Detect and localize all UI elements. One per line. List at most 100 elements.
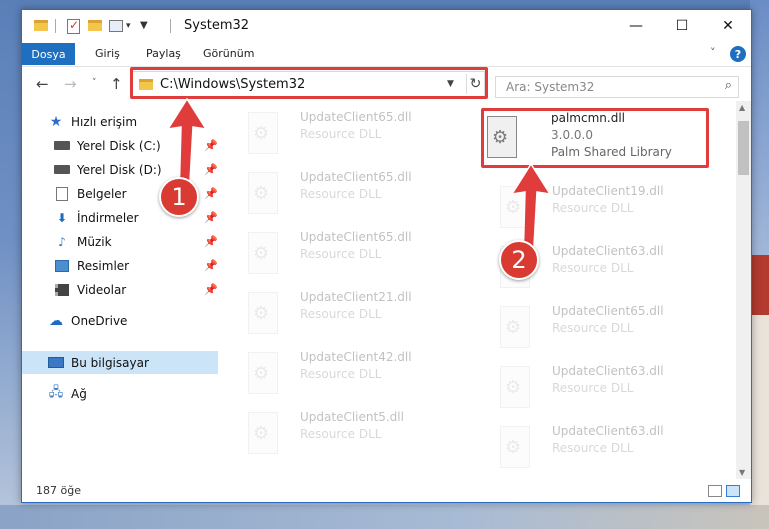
scroll-up-icon[interactable]: ▲ [739,103,745,112]
file-name: UpdateClient65.dll [300,110,412,124]
new-folder-icon[interactable] [88,20,102,31]
videos-icon [54,283,70,297]
file-item[interactable]: UpdateClient65.dll Resource DLL [230,167,455,223]
divider [55,19,56,33]
status-bar: 187 öğe [22,480,751,502]
quick-access-dropdown-icon[interactable]: ▾ [126,21,131,39]
forward-button[interactable]: → [64,75,77,93]
computer-icon [48,356,64,370]
close-button[interactable]: ✕ [705,10,751,42]
explorer-window: ▾ ▼ System32 — ☐ ✕ Dosya Giriş Paylaş Gö… [21,9,752,503]
file-name: UpdateClient65.dll [300,170,412,184]
file-item[interactable]: UpdateClient5.dll Resource DLL [230,407,455,463]
file-item[interactable]: UpdateClient65.dll Resource DLL [482,301,707,357]
dll-file-icon [248,292,278,334]
pictures-icon [54,259,70,273]
dll-file-icon [248,352,278,394]
file-item[interactable]: UpdateClient42.dll Resource DLL [230,347,455,403]
search-placeholder[interactable]: Ara: System32 [506,80,594,94]
file-type: Resource DLL [300,427,382,441]
file-type: Resource DLL [300,247,382,261]
sidebar-item-label: OneDrive [71,313,128,328]
file-item[interactable]: UpdateClient63.dll Resource DLL [482,421,707,477]
pin-icon[interactable]: 📌 [204,235,218,248]
tab-view[interactable]: Görünüm [203,47,254,60]
file-name: UpdateClient63.dll [552,364,664,378]
tab-file[interactable]: Dosya [22,43,75,65]
file-item[interactable]: UpdateClient63.dll Resource DLL [482,361,707,417]
sidebar-item-onedrive[interactable]: ☁ OneDrive [48,309,208,332]
details-view-icon[interactable] [708,485,722,497]
customize-dropdown-icon[interactable]: ▼ [140,20,148,38]
file-name: UpdateClient63.dll [552,424,664,438]
dll-file-icon [248,172,278,214]
step-badge-1: 1 [159,177,199,217]
desktop-background-wall [751,315,769,529]
dll-file-icon [248,232,278,274]
dll-file-icon [248,412,278,454]
sidebar-item-label: Bu bilgisayar [71,355,149,370]
properties-check-icon[interactable] [67,18,80,34]
file-type: Resource DLL [552,441,634,455]
sidebar-item-label: Yerel Disk (C:) [77,138,161,153]
sidebar-item-music[interactable]: ♪ Müzik [54,230,214,253]
pin-icon[interactable]: 📌 [204,283,218,296]
file-type: Resource DLL [300,187,382,201]
file-type: Resource DLL [552,381,634,395]
recent-locations-button[interactable]: ˅ [92,78,97,88]
search-icon[interactable]: ⌕ [725,78,732,93]
file-name: UpdateClient5.dll [300,410,404,424]
file-name: UpdateClient21.dll [300,290,412,304]
title-bar: ▾ ▼ System32 — ☐ ✕ [22,10,751,43]
download-icon: ⬇ [56,210,68,225]
file-item[interactable]: UpdateClient65.dll Resource DLL [230,227,455,283]
file-type: Resource DLL [552,321,634,335]
folder-icon [34,20,48,31]
tiles-view-icon[interactable] [726,485,740,497]
sidebar-item-label: Yerel Disk (D:) [77,162,162,177]
vertical-scrollbar[interactable]: ▲ ▼ [736,101,751,479]
pin-icon[interactable]: 📌 [204,211,218,224]
ribbon-expand-icon[interactable]: ˅ [710,46,716,59]
tab-home[interactable]: Giriş [95,47,120,60]
file-type: Resource DLL [300,367,382,381]
up-button[interactable]: ↑ [110,75,123,93]
help-icon[interactable]: ? [730,46,746,62]
file-type: Resource DLL [300,127,382,141]
sidebar-item-videos[interactable]: Videolar [54,278,214,301]
file-name: UpdateClient42.dll [300,350,412,364]
dll-file-icon [500,306,530,348]
sidebar-item-this-pc[interactable]: Bu bilgisayar [22,351,218,374]
sidebar-item-label: Videolar [77,282,127,297]
drive-icon [54,139,70,153]
file-type: Resource DLL [300,307,382,321]
dll-file-icon [500,366,530,408]
document-icon [54,186,70,201]
dll-file-icon [500,426,530,468]
maximize-button[interactable]: ☐ [659,10,705,42]
file-name: UpdateClient19.dll [552,184,664,198]
music-icon: ♪ [58,234,66,249]
pin-icon[interactable]: 📌 [204,259,218,272]
tab-share[interactable]: Paylaş [146,47,181,60]
back-button[interactable]: ← [36,75,49,93]
scroll-down-icon[interactable]: ▼ [739,468,745,477]
ribbon-tabs: Dosya Giriş Paylaş Görünüm ˅ ? [22,43,751,65]
file-item[interactable]: UpdateClient21.dll Resource DLL [230,287,455,343]
file-name: UpdateClient63.dll [552,244,664,258]
minimize-button[interactable]: — [613,10,659,42]
sidebar-item-label: Resimler [77,258,130,273]
view-options-icon[interactable] [109,20,123,32]
file-type: Resource DLL [552,201,634,215]
file-type: Resource DLL [552,261,634,275]
scroll-thumb[interactable] [738,121,749,175]
sidebar-item-label: Hızlı erişim [71,114,138,129]
search-box[interactable]: Ara: System32 ⌕ [495,76,739,98]
sidebar-item-network[interactable]: 🖧 Ağ [48,382,208,405]
drive-icon [54,163,70,177]
item-count: 187 öğe [36,484,81,497]
file-item[interactable]: UpdateClient65.dll Resource DLL [230,107,455,163]
sidebar-item-pictures[interactable]: Resimler [54,254,214,277]
cloud-icon: ☁ [49,312,63,329]
sidebar-item-label: Ağ [71,386,87,401]
